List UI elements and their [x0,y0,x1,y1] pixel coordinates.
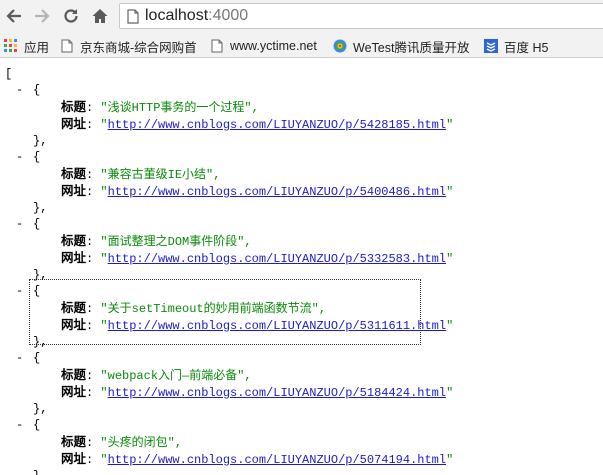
list-item-url-row: 网址: "http://www.cnblogs.com/LIUYANZUO/p/… [61,250,453,266]
back-arrow-icon[interactable] [3,5,25,27]
url-link[interactable]: http://www.cnblogs.com/LIUYANZUO/p/53116… [108,319,446,333]
colon: : [86,252,101,266]
colon: : [86,118,101,132]
quote: " [446,453,454,467]
colon: : [86,453,101,467]
colon: : [86,369,101,383]
collapse-toggle[interactable]: - [16,149,23,165]
collapse-toggle[interactable]: - [16,350,23,366]
collapse-toggle[interactable]: - [16,216,23,232]
colon: : [86,185,101,199]
title-value: "头疼的闭包", [100,436,183,450]
url-key: 网址 [61,116,87,131]
baidu-h5-icon [484,39,498,53]
url-key: 网址 [61,317,87,332]
object-open-brace: { [33,418,41,432]
quote: " [446,319,454,333]
object-close-brace: }, [33,468,47,475]
title-key: 标题 [61,367,87,382]
wetest-icon [333,39,347,53]
bookmark-yctime[interactable]: www.yctime.net [210,37,317,55]
list-item-title-row: 标题: "头疼的闭包", [61,434,182,450]
url-key: 网址 [61,451,87,466]
colon: : [86,302,101,316]
array-open-bracket: [ [5,67,13,81]
colon: : [86,436,101,450]
title-key: 标题 [61,300,87,315]
title-value: "面试整理之DOM事件阶段", [100,235,252,249]
object-open-brace: { [33,83,41,97]
object-open-brace: { [33,150,41,164]
url-link[interactable]: http://www.cnblogs.com/LIUYANZUO/p/53325… [108,252,446,266]
collapse-toggle[interactable]: - [16,82,23,98]
home-icon[interactable] [89,5,111,27]
object-close-brace: }, [33,268,48,282]
url-key: 网址 [61,250,87,265]
url-text: localhost:4000 [145,7,249,24]
object-open-brace: { [33,351,41,365]
list-item-url-row: 网址: "http://www.cnblogs.com/LIUYANZUO/p/… [61,451,453,467]
bookmarks-bar: 应用 京东商城-综合网购首 www.yctime.net WeTest腾讯质量开… [0,34,603,58]
page-icon [61,39,73,53]
forward-arrow-icon[interactable] [31,5,53,27]
list-item-title-row: 标题: "面试整理之DOM事件阶段", [61,233,252,249]
title-value: "浅谈HTTP事务的一个过程", [100,101,259,115]
object-close-brace: }, [33,335,48,349]
page-icon [127,9,139,24]
list-item-url-row: 网址: "http://www.cnblogs.com/LIUYANZUO/p/… [61,183,453,199]
colon: : [86,386,101,400]
object-close-brace: }, [33,201,48,215]
collapse-toggle[interactable]: - [16,417,23,433]
list-item-url-row: 网址: "http://www.cnblogs.com/LIUYANZUO/p/… [61,317,453,333]
title-key: 标题 [61,434,87,449]
colon: : [86,168,101,182]
list-item-title-row: 标题: "兼容古董级IE小结", [61,166,220,182]
url-link[interactable]: http://www.cnblogs.com/LIUYANZUO/p/51844… [108,386,446,400]
title-key: 标题 [61,99,87,114]
object-open-brace: { [33,284,41,298]
quote: " [100,252,108,266]
url-link[interactable]: http://www.cnblogs.com/LIUYANZUO/p/50741… [108,453,446,467]
quote: " [100,185,108,199]
bookmark-apps[interactable]: 应用 [4,37,49,55]
colon: : [86,319,101,333]
json-viewer: [ -{标题: "浅谈HTTP事务的一个过程", 网址: "http://www.… [0,58,603,475]
bookmark-baidu-h5[interactable]: 百度 H5 [484,37,548,55]
page-icon [211,39,223,53]
object-close-brace: }, [33,134,48,148]
apps-grid-icon [4,39,17,52]
list-item-title-row: 标题: "webpack入门—前端必备", [61,367,252,383]
title-value: "webpack入门—前端必备", [100,369,252,383]
title-value: "关于setTimeout的妙用前端函数节流", [100,302,327,316]
quote: " [100,453,108,467]
list-item-title-row: 标题: "关于setTimeout的妙用前端函数节流", [61,300,326,316]
title-value: "兼容古董级IE小结", [100,168,221,182]
list-item-url-row: 网址: "http://www.cnblogs.com/LIUYANZUO/p/… [61,384,453,400]
quote: " [100,118,108,132]
object-close-brace: }, [33,402,48,416]
quote: " [446,252,454,266]
url-link[interactable]: http://www.cnblogs.com/LIUYANZUO/p/54004… [108,185,446,199]
url-link[interactable]: http://www.cnblogs.com/LIUYANZUO/p/54281… [108,118,446,132]
title-key: 标题 [61,233,87,248]
quote: " [100,386,108,400]
quote: " [446,185,454,199]
reload-icon[interactable] [60,5,82,27]
quote: " [100,319,108,333]
collapse-toggle[interactable]: - [16,283,23,299]
object-open-brace: { [33,217,41,231]
browser-toolbar: localhost:4000 [0,0,603,34]
url-key: 网址 [61,384,87,399]
quote: " [446,386,454,400]
url-key: 网址 [61,183,87,198]
quote: " [446,118,454,132]
address-bar[interactable]: localhost:4000 [119,3,603,29]
colon: : [86,235,101,249]
bookmark-wetest[interactable]: WeTest腾讯质量开放 [333,37,470,55]
list-item-url-row: 网址: "http://www.cnblogs.com/LIUYANZUO/p/… [61,116,453,132]
title-key: 标题 [61,166,87,181]
bookmark-jd[interactable]: 京东商城-综合网购首 [60,37,200,55]
colon: : [86,101,101,115]
list-item-title-row: 标题: "浅谈HTTP事务的一个过程", [61,99,259,115]
